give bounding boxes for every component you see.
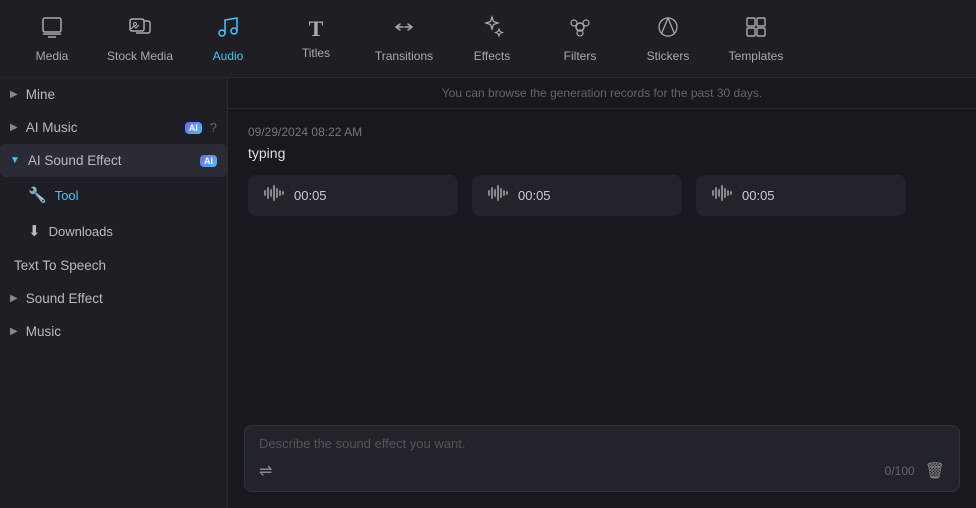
trash-icon[interactable]: 🗑 — [925, 461, 945, 481]
audio-card-2[interactable]: 00:05 — [472, 175, 682, 216]
input-footer: ⇌ 0/100 🗑 — [259, 461, 945, 481]
nav-media-label: Media — [36, 49, 69, 63]
audio-cards: 00:05 00:0 — [248, 175, 956, 216]
ai-music-chevron: ▶ — [10, 122, 18, 133]
audio-card-1[interactable]: 00:05 — [248, 175, 458, 216]
info-text: You can browse the generation records fo… — [442, 86, 762, 100]
music-chevron: ▶ — [10, 326, 18, 337]
nav-transitions-label: Transitions — [375, 49, 433, 63]
sound-description-input-box[interactable]: Describe the sound effect you want. ⇌ 0/… — [244, 425, 960, 492]
tool-icon: 🔧 — [28, 186, 47, 204]
templates-icon — [744, 15, 768, 43]
nav-templates-label: Templates — [729, 49, 784, 63]
titles-icon: T — [309, 18, 324, 40]
music-label: Music — [26, 324, 217, 339]
shuffle-icon[interactable]: ⇌ — [259, 461, 272, 481]
nav-stickers-label: Stickers — [647, 49, 690, 63]
tool-label: Tool — [55, 188, 79, 203]
audio-card-1-duration: 00:05 — [294, 188, 327, 203]
sidebar-item-ai-music[interactable]: ▶ AI Music AI ? — [0, 111, 227, 144]
sidebar-item-text-to-speech[interactable]: Text To Speech — [0, 249, 227, 282]
text-to-speech-label: Text To Speech — [14, 258, 106, 273]
sidebar-item-ai-sound-effect[interactable]: ▼ AI Sound Effect AI — [0, 144, 227, 177]
audio-card-2-duration: 00:05 — [518, 188, 551, 203]
waveform-icon-3 — [712, 185, 732, 206]
nav-titles-label: Titles — [302, 46, 330, 60]
stock-media-icon — [128, 15, 152, 43]
char-count: 0/100 — [885, 464, 915, 478]
nav-templates[interactable]: Templates — [712, 3, 800, 75]
ai-music-badge: AI — [185, 122, 202, 134]
mine-label: Mine — [26, 87, 217, 102]
main-panel: You can browse the generation records fo… — [228, 78, 976, 508]
info-bar: You can browse the generation records fo… — [228, 78, 976, 109]
ai-sound-badge: AI — [200, 155, 217, 167]
audio-card-3[interactable]: 00:05 — [696, 175, 906, 216]
effects-icon — [480, 15, 504, 43]
nav-audio[interactable]: Audio — [184, 3, 272, 75]
keyword: typing — [248, 145, 956, 161]
nav-stock-media[interactable]: Stock Media — [96, 3, 184, 75]
ai-sound-chevron: ▼ — [10, 155, 20, 166]
filters-icon — [568, 15, 592, 43]
nav-transitions[interactable]: Transitions — [360, 3, 448, 75]
media-icon — [40, 15, 64, 43]
nav-filters[interactable]: Filters — [536, 3, 624, 75]
ai-music-help[interactable]: ? — [210, 120, 217, 135]
nav-titles[interactable]: T Titles — [272, 3, 360, 75]
audio-card-3-duration: 00:05 — [742, 188, 775, 203]
ai-music-label: AI Music — [26, 120, 177, 135]
downloads-icon: ⬇ — [28, 222, 41, 240]
sidebar-item-downloads[interactable]: ⬇ Downloads — [0, 213, 227, 249]
input-placeholder: Describe the sound effect you want. — [259, 436, 945, 451]
sound-effect-chevron: ▶ — [10, 293, 18, 304]
timestamp: 09/29/2024 08:22 AM — [248, 125, 956, 139]
content-area: 09/29/2024 08:22 AM typing — [228, 109, 976, 415]
sidebar-item-tool[interactable]: 🔧 Tool — [0, 177, 227, 213]
waveform-icon-1 — [264, 185, 284, 206]
nav-audio-label: Audio — [213, 49, 244, 63]
top-nav: Media Stock Media Audio T Titles — [0, 0, 976, 78]
sound-effect-label: Sound Effect — [26, 291, 217, 306]
body: ▶ Mine ▶ AI Music AI ? ▼ AI Sound Effect… — [0, 78, 976, 508]
ai-sound-effect-label: AI Sound Effect — [28, 153, 192, 168]
audio-icon — [216, 15, 240, 43]
sidebar-item-music[interactable]: ▶ Music — [0, 315, 227, 348]
nav-stock-media-label: Stock Media — [107, 49, 173, 63]
mine-chevron: ▶ — [10, 89, 18, 100]
sidebar-item-mine[interactable]: ▶ Mine — [0, 78, 227, 111]
downloads-label: Downloads — [49, 224, 113, 239]
waveform-icon-2 — [488, 185, 508, 206]
bottom-input-area: Describe the sound effect you want. ⇌ 0/… — [228, 415, 976, 508]
nav-media[interactable]: Media — [8, 3, 96, 75]
nav-effects-label: Effects — [474, 49, 510, 63]
stickers-icon — [656, 15, 680, 43]
transitions-icon — [392, 15, 416, 43]
sidebar: ▶ Mine ▶ AI Music AI ? ▼ AI Sound Effect… — [0, 78, 228, 508]
nav-effects[interactable]: Effects — [448, 3, 536, 75]
sidebar-item-sound-effect[interactable]: ▶ Sound Effect — [0, 282, 227, 315]
nav-stickers[interactable]: Stickers — [624, 3, 712, 75]
nav-filters-label: Filters — [564, 49, 597, 63]
char-count-area: 0/100 🗑 — [885, 461, 945, 481]
